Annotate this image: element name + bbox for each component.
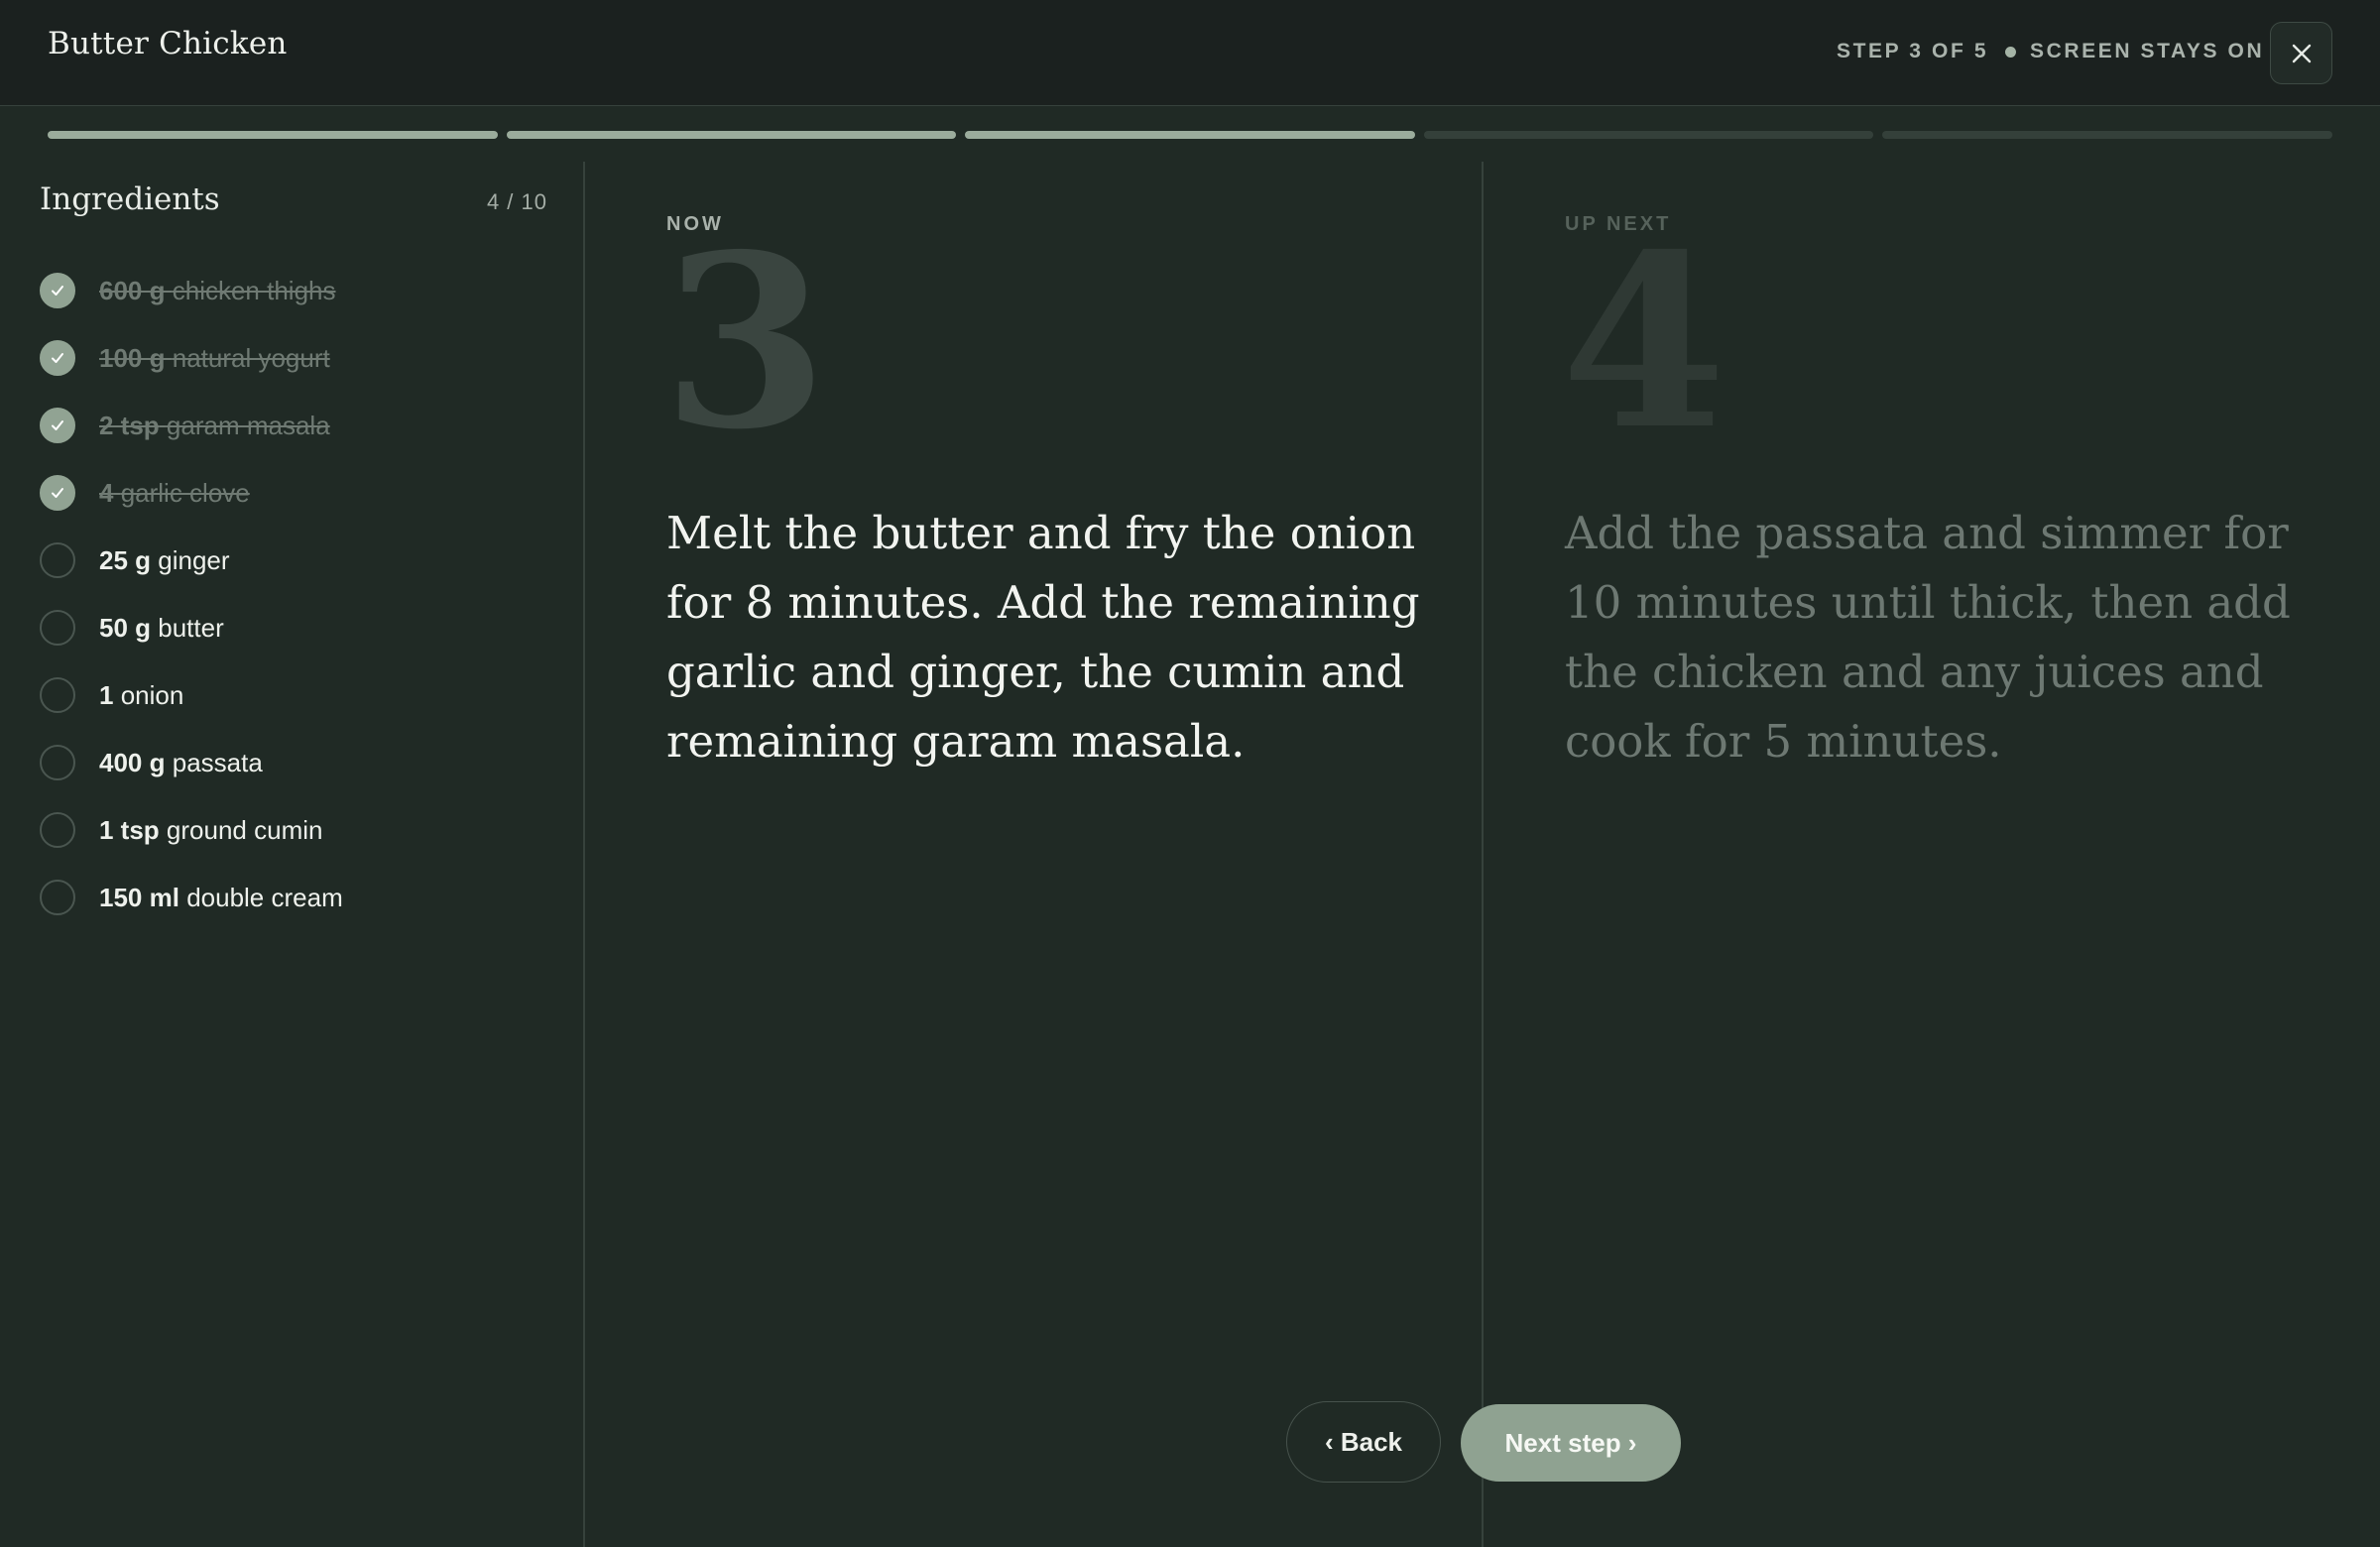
- checkbox[interactable]: [40, 677, 75, 713]
- ingredient-label: 2 tsp garam masala: [99, 411, 330, 441]
- next-step-text: Add the passata and simmer for 10 minute…: [1565, 507, 2291, 768]
- checkmark-icon: [52, 286, 63, 296]
- checkmark-icon: [52, 420, 63, 430]
- ingredient-name: natural yogurt: [172, 342, 330, 373]
- progress-segment: [1882, 131, 2332, 139]
- next-step-button[interactable]: Next step ›: [1461, 1404, 1681, 1482]
- ingredient-qty: 1: [99, 679, 114, 710]
- ingredient-name: passata: [172, 747, 263, 777]
- checkbox[interactable]: [40, 610, 75, 646]
- checkbox[interactable]: [40, 812, 75, 848]
- ingredient-item[interactable]: 2 tsp garam masala: [40, 392, 343, 459]
- ingredient-label: 25 g ginger: [99, 545, 230, 576]
- ingredient-item[interactable]: 1 onion: [40, 661, 343, 729]
- ingredient-name: onion: [120, 679, 184, 710]
- ingredient-name: ginger: [158, 544, 230, 575]
- progress-segment: [48, 131, 498, 139]
- ingredient-item[interactable]: 25 g ginger: [40, 527, 343, 594]
- ingredient-name: ground cumin: [166, 814, 323, 845]
- ingredient-qty: 150 ml: [99, 882, 179, 912]
- close-button[interactable]: [2270, 22, 2332, 84]
- progress-segment: [965, 131, 1415, 139]
- ingredient-item[interactable]: 50 g butter: [40, 594, 343, 661]
- ingredient-label: 1 onion: [99, 680, 183, 711]
- checkbox[interactable]: [40, 340, 75, 376]
- ingredient-qty: 600 g: [99, 275, 166, 305]
- next-step-panel: UP NEXT 4 Add the passata and simmer for…: [1486, 162, 2380, 1547]
- ingredient-qty: 4: [99, 477, 114, 508]
- ingredient-label: 1 tsp ground cumin: [99, 815, 322, 846]
- ingredients-count: 4 / 10: [486, 189, 547, 214]
- back-button[interactable]: ‹ Back: [1286, 1401, 1441, 1483]
- ingredient-label: 100 g natural yogurt: [99, 343, 330, 374]
- step-indicator: STEP 3 OF 5: [1837, 40, 1989, 62]
- ingredient-qty: 2 tsp: [99, 410, 160, 440]
- ingredient-name: double cream: [186, 882, 343, 912]
- progress-segment: [506, 131, 957, 139]
- ingredient-qty: 25 g: [99, 544, 152, 575]
- current-step-number: 3: [662, 202, 828, 482]
- ingredients-panel: Ingredients 4 / 10 600 g chicken thighs …: [0, 162, 585, 1547]
- ingredient-label: 150 ml double cream: [99, 883, 343, 913]
- screen-stays-on-status: SCREEN STAYS ON: [2005, 40, 2264, 63]
- ingredient-item[interactable]: 600 g chicken thighs: [40, 257, 343, 324]
- ingredient-label: 600 g chicken thighs: [99, 276, 336, 306]
- ingredient-item[interactable]: 4 garlic clove: [40, 459, 343, 527]
- ingredient-item[interactable]: 1 tsp ground cumin: [40, 796, 343, 864]
- ingredient-name: garlic clove: [120, 477, 250, 508]
- checkmark-icon: [52, 488, 63, 498]
- ingredients-title: Ingredients: [40, 181, 220, 217]
- ingredient-name: garam masala: [166, 410, 330, 440]
- close-icon: [2292, 44, 2311, 62]
- recipe-title: Butter Chicken: [48, 26, 288, 61]
- ingredient-item[interactable]: 100 g natural yogurt: [40, 324, 343, 392]
- ingredient-qty: 1 tsp: [99, 814, 160, 845]
- next-step-number: 4: [1561, 202, 1726, 482]
- ingredient-item[interactable]: 400 g passata: [40, 729, 343, 796]
- checkbox[interactable]: [40, 542, 75, 578]
- ingredient-list: 600 g chicken thighs 100 g natural yogur…: [40, 257, 343, 931]
- ingredient-item[interactable]: 150 ml double cream: [40, 864, 343, 931]
- ingredient-qty: 50 g: [99, 612, 152, 643]
- ingredient-name: chicken thighs: [172, 275, 336, 305]
- current-step-panel: NOW 3 Melt the butter and fry the onion …: [587, 162, 1484, 1547]
- checkbox[interactable]: [40, 408, 75, 443]
- ingredient-label: 4 garlic clove: [99, 478, 250, 509]
- status-dot-icon: [2005, 46, 2016, 58]
- ingredient-label: 50 g butter: [99, 613, 224, 644]
- checkbox[interactable]: [40, 745, 75, 780]
- ingredient-name: butter: [158, 612, 224, 643]
- checkbox[interactable]: [40, 273, 75, 308]
- ingredient-label: 400 g passata: [99, 748, 263, 778]
- current-step-text: Melt the butter and fry the onion for 8 …: [666, 507, 1420, 768]
- top-bar: Butter Chicken STEP 3 OF 5 SCREEN STAYS …: [0, 0, 2380, 106]
- screen-status-label: SCREEN STAYS ON: [2030, 40, 2265, 62]
- checkbox[interactable]: [40, 475, 75, 511]
- ingredients-header: Ingredients 4 / 10: [40, 181, 547, 217]
- ingredient-qty: 100 g: [99, 342, 166, 373]
- progress-segment: [1423, 131, 1874, 139]
- ingredient-qty: 400 g: [99, 747, 166, 777]
- step-progress-bar: [48, 131, 2332, 139]
- checkbox[interactable]: [40, 880, 75, 915]
- checkmark-icon: [52, 353, 63, 363]
